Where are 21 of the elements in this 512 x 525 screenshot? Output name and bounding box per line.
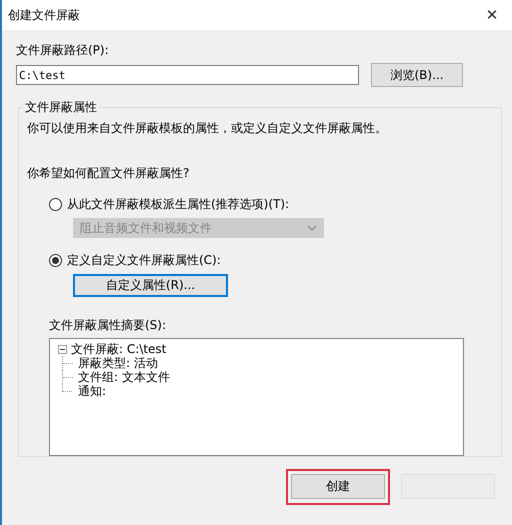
summary-label: 文件屏蔽属性摘要(S): (49, 317, 168, 334)
tree-item[interactable]: 文件屏蔽: C:\test (71, 342, 166, 356)
window-title: 创建文件屏蔽 (8, 6, 80, 24)
group-title: 文件屏蔽属性 (24, 99, 98, 116)
radio-label: 从此文件屏蔽模板派生属性(推荐选项)(T): (67, 196, 290, 213)
radio-button[interactable] (49, 254, 62, 267)
tree-item[interactable]: 文件组: 文本文件 (78, 370, 170, 384)
dialog-button[interactable]: 创建 (291, 474, 385, 499)
close-button[interactable]: ✕ (472, 0, 512, 30)
path-field[interactable]: C:\test (16, 65, 359, 85)
custom-properties-button[interactable]: 自定义属性(R)... (73, 274, 228, 297)
browse-button[interactable]: 浏览(B)... (371, 63, 463, 87)
radio-label: 定义自定义文件屏蔽属性(C): (67, 252, 221, 269)
question-text: 你希望如何配置文件屏蔽属性? (27, 165, 190, 182)
chevron-icon (307, 225, 317, 231)
description-text: 你可以使用来自文件屏蔽模板的属性，或定义自定义文件屏蔽属性。 (27, 120, 388, 137)
tree-item[interactable]: 通知: (78, 384, 106, 398)
path-label: 文件屏蔽路径(P): (16, 42, 110, 59)
tree-item[interactable]: 屏蔽类型: 活动 (78, 356, 158, 370)
radio-button[interactable] (49, 198, 62, 211)
collapse-icon[interactable] (58, 344, 67, 354)
